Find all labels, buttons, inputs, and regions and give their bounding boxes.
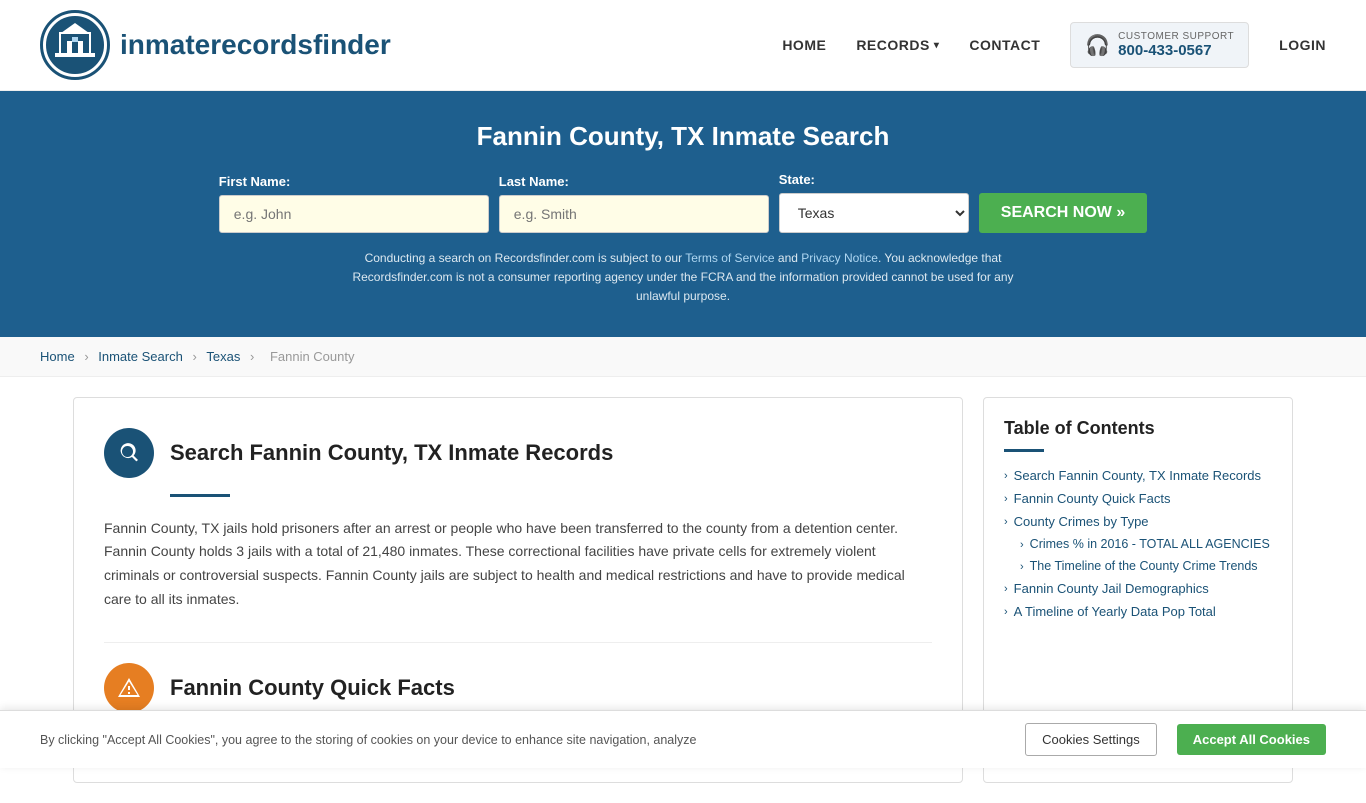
toc-title: Table of Contents — [1004, 418, 1272, 439]
list-item: › Crimes % in 2016 - TOTAL ALL AGENCIES — [1020, 537, 1272, 551]
logo-icon — [40, 10, 110, 80]
nav-contact[interactable]: CONTACT — [969, 37, 1040, 53]
privacy-link[interactable]: Privacy Notice — [801, 251, 878, 265]
headphone-icon: 🎧 — [1085, 33, 1110, 58]
section2-header: Fannin County Quick Facts — [104, 663, 932, 713]
list-item: › Search Fannin County, TX Inmate Record… — [1004, 468, 1272, 483]
state-label: State: — [779, 172, 815, 187]
site-header: inmaterecordsfinder HOME RECORDS ▾ CONTA… — [0, 0, 1366, 91]
toc-link-3[interactable]: › County Crimes by Type — [1004, 514, 1272, 529]
cookie-accept-button[interactable]: Accept All Cookies — [1177, 724, 1326, 755]
logo-area: inmaterecordsfinder — [40, 10, 391, 80]
nav-login[interactable]: LOGIN — [1279, 37, 1326, 53]
section1-divider — [170, 494, 230, 497]
hero-disclaimer: Conducting a search on Recordsfinder.com… — [333, 249, 1033, 307]
toc-link-5[interactable]: › The Timeline of the County Crime Trend… — [1020, 559, 1272, 573]
chevron-icon: › — [1004, 470, 1008, 482]
toc-list: › Search Fannin County, TX Inmate Record… — [1004, 468, 1272, 619]
first-name-input[interactable] — [219, 195, 489, 233]
last-name-group: Last Name: — [499, 174, 769, 233]
state-group: State: Texas — [779, 172, 969, 233]
terms-link[interactable]: Terms of Service — [685, 251, 774, 265]
breadcrumb-county: Fannin County — [270, 349, 355, 364]
chevron-icon: › — [1020, 561, 1024, 573]
list-item: › Fannin County Quick Facts — [1004, 491, 1272, 506]
chevron-icon: › — [1004, 516, 1008, 528]
nav-home[interactable]: HOME — [782, 37, 826, 53]
breadcrumb-sep1: › — [84, 349, 92, 364]
breadcrumb-sep3: › — [250, 349, 258, 364]
toc-link-2[interactable]: › Fannin County Quick Facts — [1004, 491, 1272, 506]
chevron-icon: › — [1004, 606, 1008, 618]
support-label: CUSTOMER SUPPORT — [1118, 31, 1234, 42]
section1-header: Search Fannin County, TX Inmate Records — [104, 428, 932, 478]
search-icon — [117, 441, 141, 465]
logo-normal: inmaterecords — [120, 29, 313, 60]
breadcrumb-home[interactable]: Home — [40, 349, 75, 364]
breadcrumb: Home › Inmate Search › Texas › Fannin Co… — [0, 337, 1366, 377]
list-item: › A Timeline of Yearly Data Pop Total — [1004, 604, 1272, 619]
toc-divider — [1004, 449, 1044, 452]
support-number: 800-433-0567 — [1118, 42, 1234, 59]
chevron-down-icon: ▾ — [934, 40, 940, 51]
search-form: First Name: Last Name: State: Texas SEAR… — [40, 172, 1326, 233]
cookie-settings-button[interactable]: Cookies Settings — [1025, 723, 1157, 756]
toc-link-4[interactable]: › Crimes % in 2016 - TOTAL ALL AGENCIES — [1020, 537, 1272, 551]
section2-title: Fannin County Quick Facts — [170, 675, 455, 701]
hero-title: Fannin County, TX Inmate Search — [40, 121, 1326, 152]
alert-icon — [117, 676, 141, 700]
logo-text: inmaterecordsfinder — [120, 29, 391, 61]
chevron-icon: › — [1020, 539, 1024, 551]
breadcrumb-inmate-search[interactable]: Inmate Search — [98, 349, 183, 364]
cookie-banner: By clicking "Accept All Cookies", you ag… — [0, 710, 1366, 768]
toc-link-6[interactable]: › Fannin County Jail Demographics — [1004, 581, 1272, 596]
first-name-group: First Name: — [219, 174, 489, 233]
nav-records[interactable]: RECORDS ▾ — [856, 37, 939, 53]
state-select[interactable]: Texas — [779, 193, 969, 233]
logo-bold: finder — [313, 29, 391, 60]
support-text: CUSTOMER SUPPORT 800-433-0567 — [1118, 31, 1234, 59]
breadcrumb-texas[interactable]: Texas — [206, 349, 240, 364]
first-name-label: First Name: — [219, 174, 291, 189]
chevron-icon: › — [1004, 583, 1008, 595]
search-button[interactable]: SEARCH NOW » — [979, 193, 1147, 233]
search-section-icon — [104, 428, 154, 478]
chevron-icon: › — [1004, 493, 1008, 505]
main-nav: HOME RECORDS ▾ CONTACT 🎧 CUSTOMER SUPPOR… — [782, 22, 1326, 68]
cookie-text: By clicking "Accept All Cookies", you ag… — [40, 733, 1005, 747]
toc-link-1[interactable]: › Search Fannin County, TX Inmate Record… — [1004, 468, 1272, 483]
alert-section-icon — [104, 663, 154, 713]
hero-section: Fannin County, TX Inmate Search First Na… — [0, 91, 1366, 337]
customer-support-box: 🎧 CUSTOMER SUPPORT 800-433-0567 — [1070, 22, 1249, 68]
list-item: › County Crimes by Type — [1004, 514, 1272, 529]
breadcrumb-sep2: › — [192, 349, 200, 364]
last-name-input[interactable] — [499, 195, 769, 233]
section1-body: Fannin County, TX jails hold prisoners a… — [104, 517, 932, 612]
section1-title: Search Fannin County, TX Inmate Records — [170, 440, 613, 466]
toc-link-7[interactable]: › A Timeline of Yearly Data Pop Total — [1004, 604, 1272, 619]
last-name-label: Last Name: — [499, 174, 569, 189]
list-item: › Fannin County Jail Demographics — [1004, 581, 1272, 596]
list-item: › The Timeline of the County Crime Trend… — [1020, 559, 1272, 573]
